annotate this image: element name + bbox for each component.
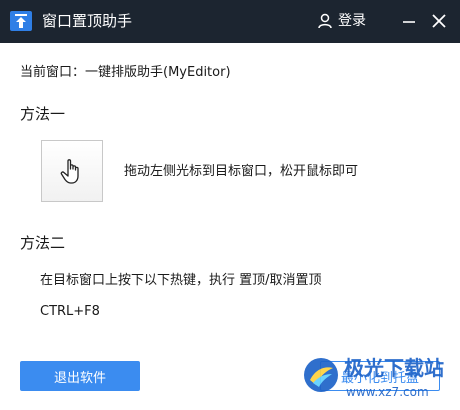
method-two-title: 方法二 — [20, 234, 66, 252]
close-icon — [432, 14, 446, 28]
hand-cursor-icon — [60, 159, 79, 184]
login-button[interactable]: 登录 — [317, 11, 366, 31]
exit-button[interactable]: 退出软件 — [20, 361, 140, 391]
login-label: 登录 — [338, 13, 366, 29]
current-window-label: 当前窗口：一键排版助手(MyEditor) — [20, 65, 231, 80]
close-button[interactable] — [430, 12, 448, 30]
method-one-title: 方法一 — [20, 105, 66, 123]
minimize-icon — [403, 21, 415, 23]
drag-hint-text: 拖动左侧光标到目标窗口，松开鼠标即可 — [124, 164, 359, 179]
minimize-to-tray-button[interactable]: 最小化到托盘 — [320, 361, 440, 391]
drag-cursor-handle[interactable] — [41, 140, 103, 202]
hotkey-value: CTRL+F8 — [40, 304, 100, 319]
minimize-button[interactable] — [400, 12, 418, 30]
pin-to-top-icon — [10, 11, 32, 31]
user-icon — [318, 13, 332, 29]
hotkey-description: 在目标窗口上按下以下热键，执行 置顶/取消置顶 — [40, 273, 322, 288]
title-bar: 窗口置顶助手 登录 — [0, 0, 460, 43]
app-title: 窗口置顶助手 — [42, 12, 133, 30]
